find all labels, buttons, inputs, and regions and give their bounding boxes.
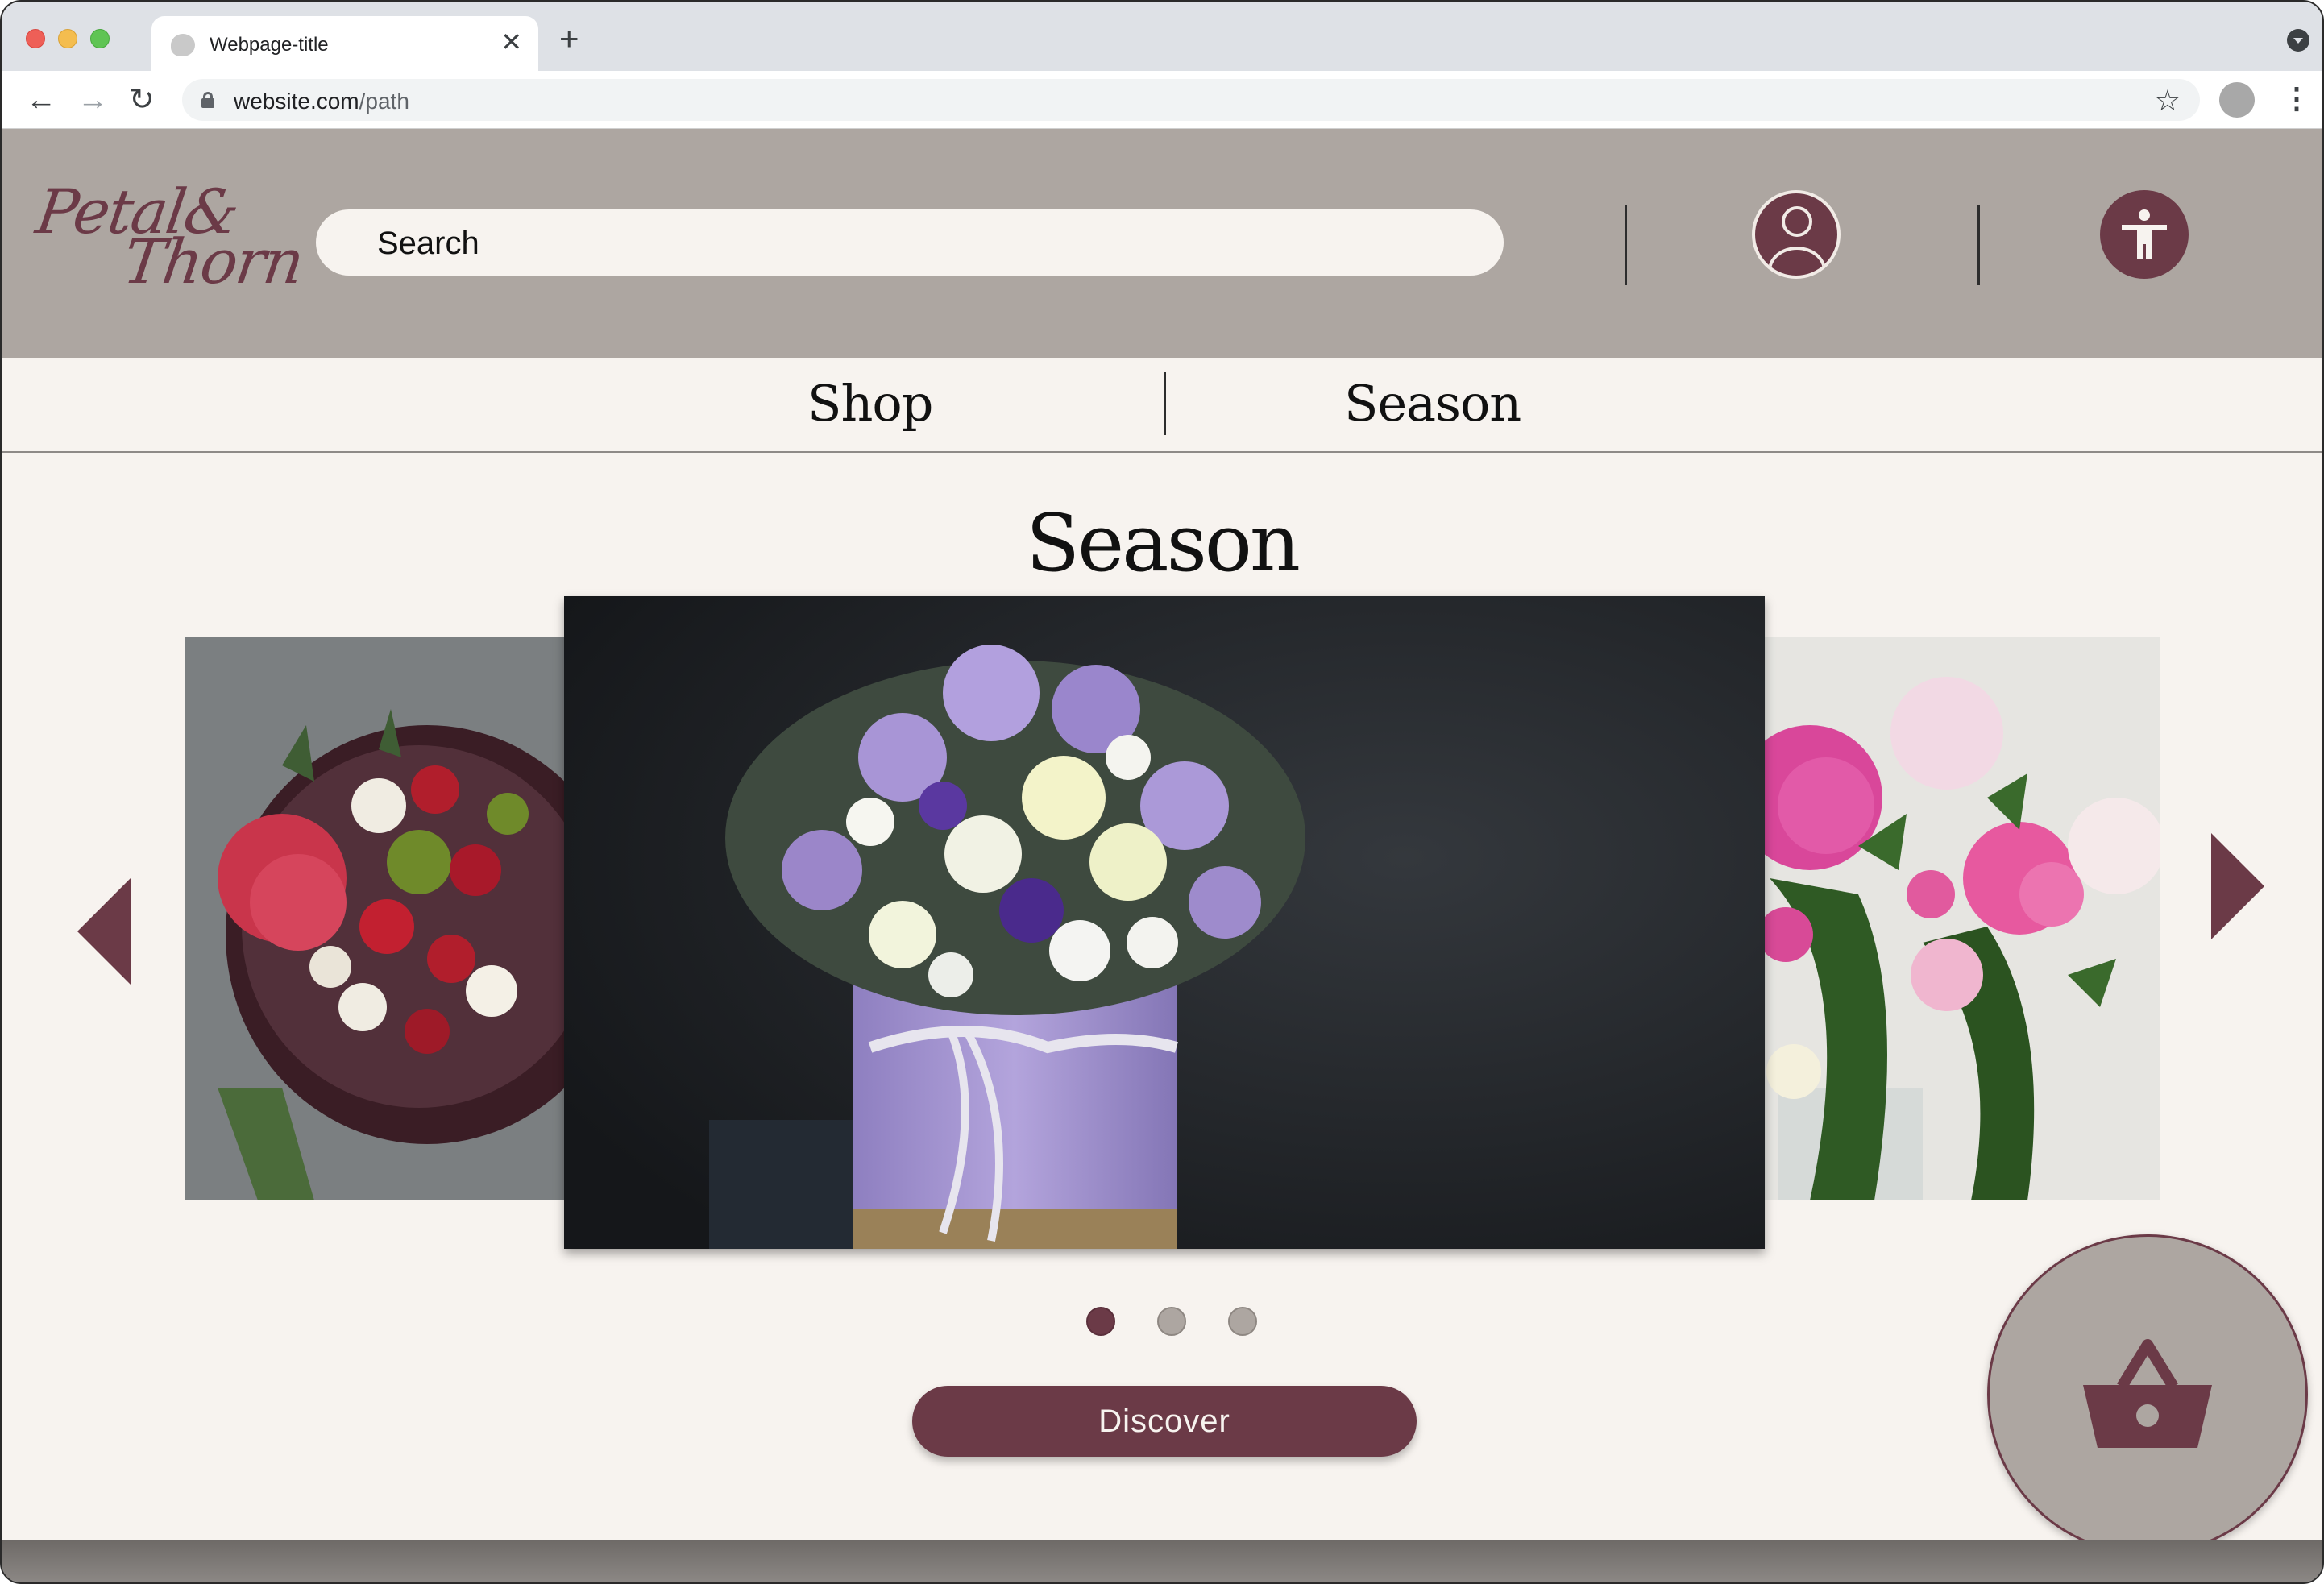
lavender-hatbox-bouquet-image bbox=[564, 596, 1765, 1249]
main-nav: Shop Season bbox=[2, 358, 2322, 453]
tab-title: Webpage-title bbox=[210, 34, 329, 56]
header-divider bbox=[1977, 205, 1980, 285]
red-bouquet-image bbox=[185, 637, 564, 1200]
browser-window: Webpage-title ✕ + ← → ↻ website.com/path… bbox=[0, 0, 2324, 1584]
minimize-window-button[interactable] bbox=[58, 29, 77, 48]
tab-close-icon[interactable]: ✕ bbox=[500, 27, 522, 56]
account-button[interactable] bbox=[1752, 190, 1841, 279]
carousel-next-arrow-icon[interactable] bbox=[2211, 833, 2264, 939]
tab-search-icon[interactable] bbox=[2287, 29, 2309, 52]
carousel-dot-1[interactable] bbox=[1086, 1307, 1115, 1336]
basket-icon bbox=[2083, 1339, 2212, 1448]
browser-toolbar: ← → ↻ website.com/path ☆ ⋮ bbox=[2, 71, 2322, 129]
url-path: /path bbox=[359, 89, 409, 114]
favicon-icon bbox=[171, 34, 195, 56]
page-title: Season bbox=[1026, 498, 1301, 590]
browser-tab-strip: Webpage-title ✕ + bbox=[2, 2, 2322, 71]
browser-profile-avatar[interactable] bbox=[2219, 82, 2255, 118]
cart-button[interactable] bbox=[1987, 1234, 2308, 1555]
browser-menu-icon[interactable]: ⋮ bbox=[2282, 81, 2311, 116]
carousel-prev-arrow-icon[interactable] bbox=[77, 878, 131, 985]
site-header: Petal& Thorn Search bbox=[2, 129, 2322, 358]
address-bar[interactable]: website.com/path ☆ bbox=[182, 79, 2200, 121]
accessibility-button[interactable] bbox=[2100, 190, 2189, 279]
close-window-button[interactable] bbox=[26, 29, 45, 48]
discover-button[interactable]: Discover bbox=[912, 1386, 1417, 1457]
maximize-window-button[interactable] bbox=[90, 29, 110, 48]
carousel-slide-lavender-hatbox[interactable] bbox=[564, 596, 1765, 1249]
carousel-slide-pink-peonies[interactable] bbox=[1762, 637, 2160, 1200]
bookmark-star-icon[interactable]: ☆ bbox=[2155, 84, 2181, 118]
forward-icon[interactable]: → bbox=[77, 84, 108, 116]
carousel-slide-red-bouquet[interactable] bbox=[185, 637, 564, 1200]
user-icon bbox=[1782, 206, 1812, 237]
header-divider bbox=[1625, 205, 1627, 285]
url-text: website.com/path bbox=[234, 89, 409, 114]
pink-peonies-image bbox=[1762, 637, 2160, 1200]
reload-icon[interactable]: ↻ bbox=[129, 84, 155, 116]
search-input[interactable]: Search bbox=[316, 209, 1504, 276]
nav-item-season[interactable]: Season bbox=[1344, 374, 1521, 433]
petal-and-thorn-logo[interactable]: Petal& Thorn bbox=[32, 168, 307, 297]
accessibility-icon bbox=[2122, 209, 2167, 259]
carousel-dot-2[interactable] bbox=[1157, 1307, 1186, 1336]
new-tab-button[interactable]: + bbox=[559, 22, 579, 56]
nav-item-shop[interactable]: Shop bbox=[807, 374, 933, 433]
lock-icon bbox=[201, 92, 214, 108]
carousel-dot-3[interactable] bbox=[1228, 1307, 1257, 1336]
nav-divider bbox=[1164, 372, 1166, 435]
url-domain: website.com bbox=[234, 89, 359, 114]
back-icon[interactable]: ← bbox=[26, 84, 56, 116]
page-footer-edge bbox=[2, 1540, 2322, 1582]
logo-word-thorn: Thorn bbox=[118, 226, 307, 297]
browser-tab[interactable]: Webpage-title ✕ bbox=[151, 16, 538, 71]
search-placeholder: Search bbox=[377, 226, 479, 261]
user-icon-body bbox=[1768, 247, 1826, 276]
